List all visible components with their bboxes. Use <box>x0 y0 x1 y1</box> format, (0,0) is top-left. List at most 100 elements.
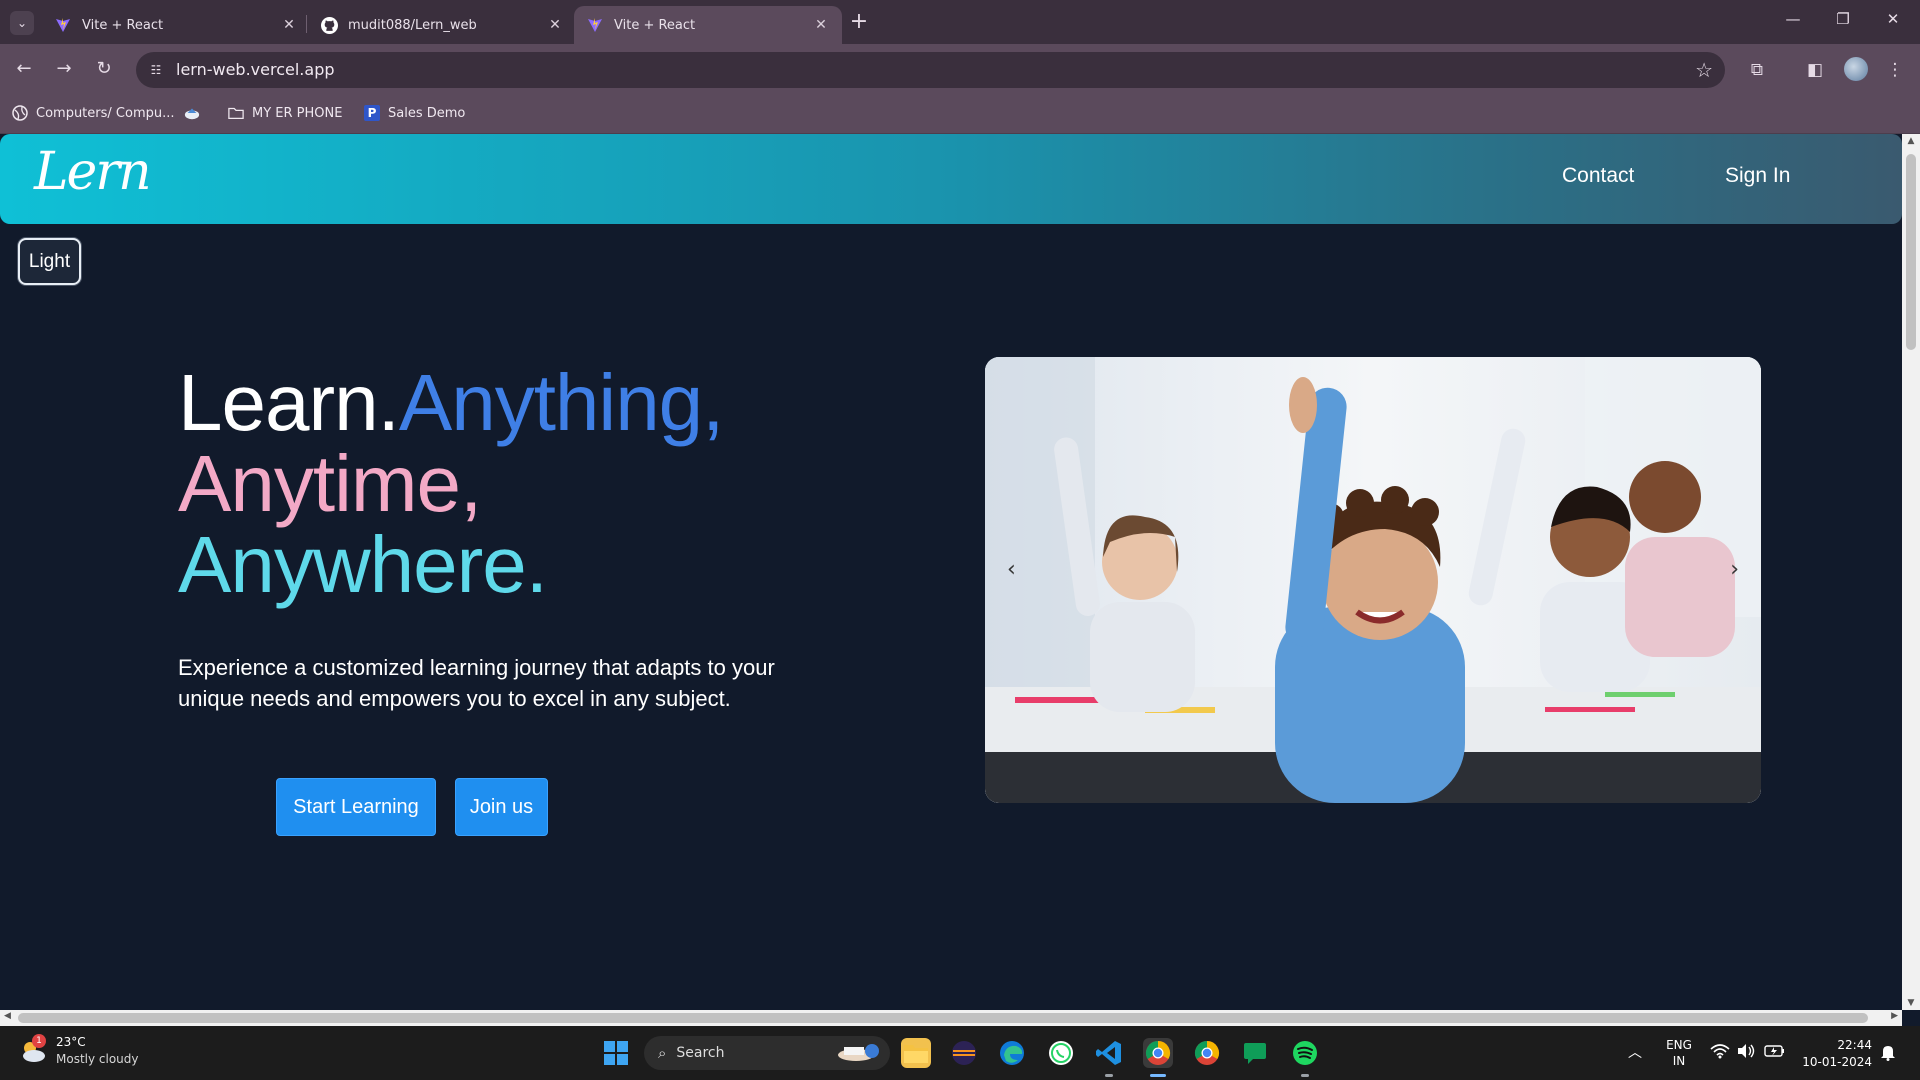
bookmark-folder[interactable]: MY ER PHONE <box>228 105 342 121</box>
site-info-icon[interactable]: ☷ <box>146 60 166 80</box>
back-icon[interactable]: ← <box>12 58 36 82</box>
google-chat-icon[interactable] <box>1240 1038 1270 1068</box>
whatsapp-icon[interactable] <box>1046 1038 1076 1068</box>
weather-temp: 23°C <box>56 1035 86 1049</box>
close-icon[interactable]: ✕ <box>812 17 830 33</box>
chrome-icon-active[interactable] <box>1143 1038 1173 1068</box>
notification-bell-icon[interactable] <box>1880 1043 1896 1064</box>
side-panel-icon[interactable]: ◧ <box>1802 57 1828 83</box>
wifi-icon[interactable] <box>1710 1043 1730 1063</box>
hero-word-anywhere: Anywhere. <box>178 520 548 609</box>
site-logo[interactable]: Lern <box>34 142 152 202</box>
tab-title: Vite + React <box>82 17 164 33</box>
tab-vite-react-1[interactable]: Vite + React ✕ <box>42 6 310 44</box>
site-navbar: Lern Contact Sign In <box>0 134 1902 224</box>
hero-carousel[interactable]: ‹ › <box>985 357 1761 803</box>
forward-icon[interactable]: → <box>52 58 76 82</box>
cloud-icon: 1 <box>18 1034 48 1066</box>
file-explorer-icon[interactable] <box>901 1038 931 1068</box>
vertical-scrollbar[interactable]: ▲ ▼ <box>1902 134 1920 1010</box>
weather-badge: 1 <box>32 1034 46 1048</box>
bookmark-label: Sales Demo <box>388 105 466 121</box>
github-icon <box>320 16 338 34</box>
show-hidden-icons-chevron-icon[interactable]: ︿ <box>1628 1042 1642 1062</box>
close-icon[interactable]: ✕ <box>546 17 564 33</box>
bookmark-app[interactable] <box>184 105 208 121</box>
hero-word-learn: Learn. <box>178 358 400 447</box>
minimize-icon[interactable]: — <box>1773 10 1813 28</box>
start-learning-button[interactable]: Start Learning <box>276 778 436 836</box>
hero-heading: Learn.Anything, Anytime, Anywhere. <box>178 362 724 605</box>
carousel-next-icon[interactable]: › <box>1730 557 1739 582</box>
app-icon <box>184 105 200 121</box>
hero-word-anything: Anything, <box>398 358 725 447</box>
vite-icon <box>586 16 604 34</box>
bookmark-label: Computers/ Compu... <box>36 105 175 121</box>
scroll-thumb-horizontal[interactable] <box>18 1013 1868 1023</box>
new-tab-button[interactable]: + <box>846 10 872 36</box>
clock-time: 22:44 <box>1837 1038 1872 1052</box>
reload-icon[interactable]: ↻ <box>92 58 116 82</box>
profile-avatar[interactable] <box>1844 57 1868 81</box>
scroll-left-icon[interactable]: ◀ <box>4 1011 11 1021</box>
vscode-icon[interactable] <box>1094 1038 1124 1068</box>
bookmark-star-icon[interactable]: ☆ <box>1695 58 1713 82</box>
language-indicator[interactable]: ENG IN <box>1664 1037 1694 1069</box>
weather-widget[interactable]: 1 23°C Mostly cloudy <box>18 1034 139 1068</box>
eclipse-icon[interactable] <box>949 1038 979 1068</box>
battery-icon[interactable] <box>1764 1044 1786 1061</box>
hero-description: Experience a customized learning journey… <box>178 655 775 711</box>
address-bar[interactable]: ☷ lern-web.vercel.app ☆ <box>136 52 1725 88</box>
carousel-prev-icon[interactable]: ‹ <box>1007 557 1016 582</box>
tab-github[interactable]: mudit088/Lern_web ✕ <box>308 6 576 44</box>
restore-icon[interactable]: ❐ <box>1823 10 1863 28</box>
tab-search-button[interactable]: ⌄ <box>10 11 34 35</box>
running-indicator <box>1301 1074 1309 1077</box>
globe-icon <box>12 105 28 121</box>
search-placeholder: Search <box>676 1045 725 1061</box>
volume-icon[interactable] <box>1736 1043 1756 1062</box>
chrome-icon[interactable] <box>1192 1038 1222 1068</box>
tab-title: Vite + React <box>614 17 696 33</box>
hero-word-anytime: Anytime, <box>178 439 482 528</box>
lang-code: ENG <box>1666 1038 1692 1052</box>
bookmark-label: MY ER PHONE <box>252 105 343 121</box>
clock[interactable]: 22:44 10-01-2024 <box>1800 1037 1872 1071</box>
web-page: Lern Contact Sign In Light Learn.Anythin… <box>0 134 1902 1010</box>
close-window-icon[interactable]: ✕ <box>1873 10 1913 28</box>
running-indicator <box>1105 1074 1113 1077</box>
active-indicator <box>1150 1074 1166 1077</box>
nav-sign-in[interactable]: Sign In <box>1725 164 1790 188</box>
bookmark-sales-demo[interactable]: P Sales Demo <box>364 105 465 121</box>
url-text[interactable]: lern-web.vercel.app <box>176 60 335 79</box>
tab-title: mudit088/Lern_web <box>348 17 477 33</box>
p-icon: P <box>364 105 380 121</box>
classroom-photo <box>985 357 1761 803</box>
nav-contact[interactable]: Contact <box>1562 164 1634 188</box>
lang-region: IN <box>1672 1054 1686 1068</box>
weather-desc: Mostly cloudy <box>56 1052 139 1066</box>
scroll-thumb[interactable] <box>1906 154 1916 350</box>
windows-start-icon[interactable] <box>604 1041 628 1065</box>
theme-toggle-button[interactable]: Light <box>18 238 81 285</box>
menu-icon[interactable]: ⋮ <box>1882 57 1908 83</box>
vite-icon <box>54 16 72 34</box>
scroll-up-icon[interactable]: ▲ <box>1902 136 1920 146</box>
bookmark-computers[interactable]: Computers/ Compu... <box>12 105 175 121</box>
folder-icon <box>228 105 244 121</box>
tab-strip: ⌄ Vite + React ✕ mudit088/Lern_web ✕ Vit… <box>0 0 1920 44</box>
join-us-button[interactable]: Join us <box>455 778 548 836</box>
tab-vite-react-active[interactable]: Vite + React ✕ <box>574 6 842 44</box>
search-icon: ⌕ <box>658 1044 667 1062</box>
close-icon[interactable]: ✕ <box>280 17 298 33</box>
horizontal-scrollbar[interactable]: ◀ ▶ <box>0 1010 1902 1026</box>
taskbar-search[interactable]: ⌕ Search <box>644 1036 890 1070</box>
scroll-right-icon[interactable]: ▶ <box>1891 1011 1898 1021</box>
spotify-icon[interactable] <box>1290 1038 1320 1068</box>
search-highlight-icon <box>836 1039 882 1067</box>
browser-toolbar: ← → ↻ ☷ lern-web.vercel.app ☆ ⧉ ◧ ⋮ <box>0 44 1920 96</box>
windows-taskbar: 1 23°C Mostly cloudy ⌕ Search ︿ ENG IN 2… <box>0 1026 1920 1080</box>
extensions-icon[interactable]: ⧉ <box>1744 57 1770 83</box>
edge-icon[interactable] <box>997 1038 1027 1068</box>
scroll-down-icon[interactable]: ▼ <box>1902 998 1920 1008</box>
